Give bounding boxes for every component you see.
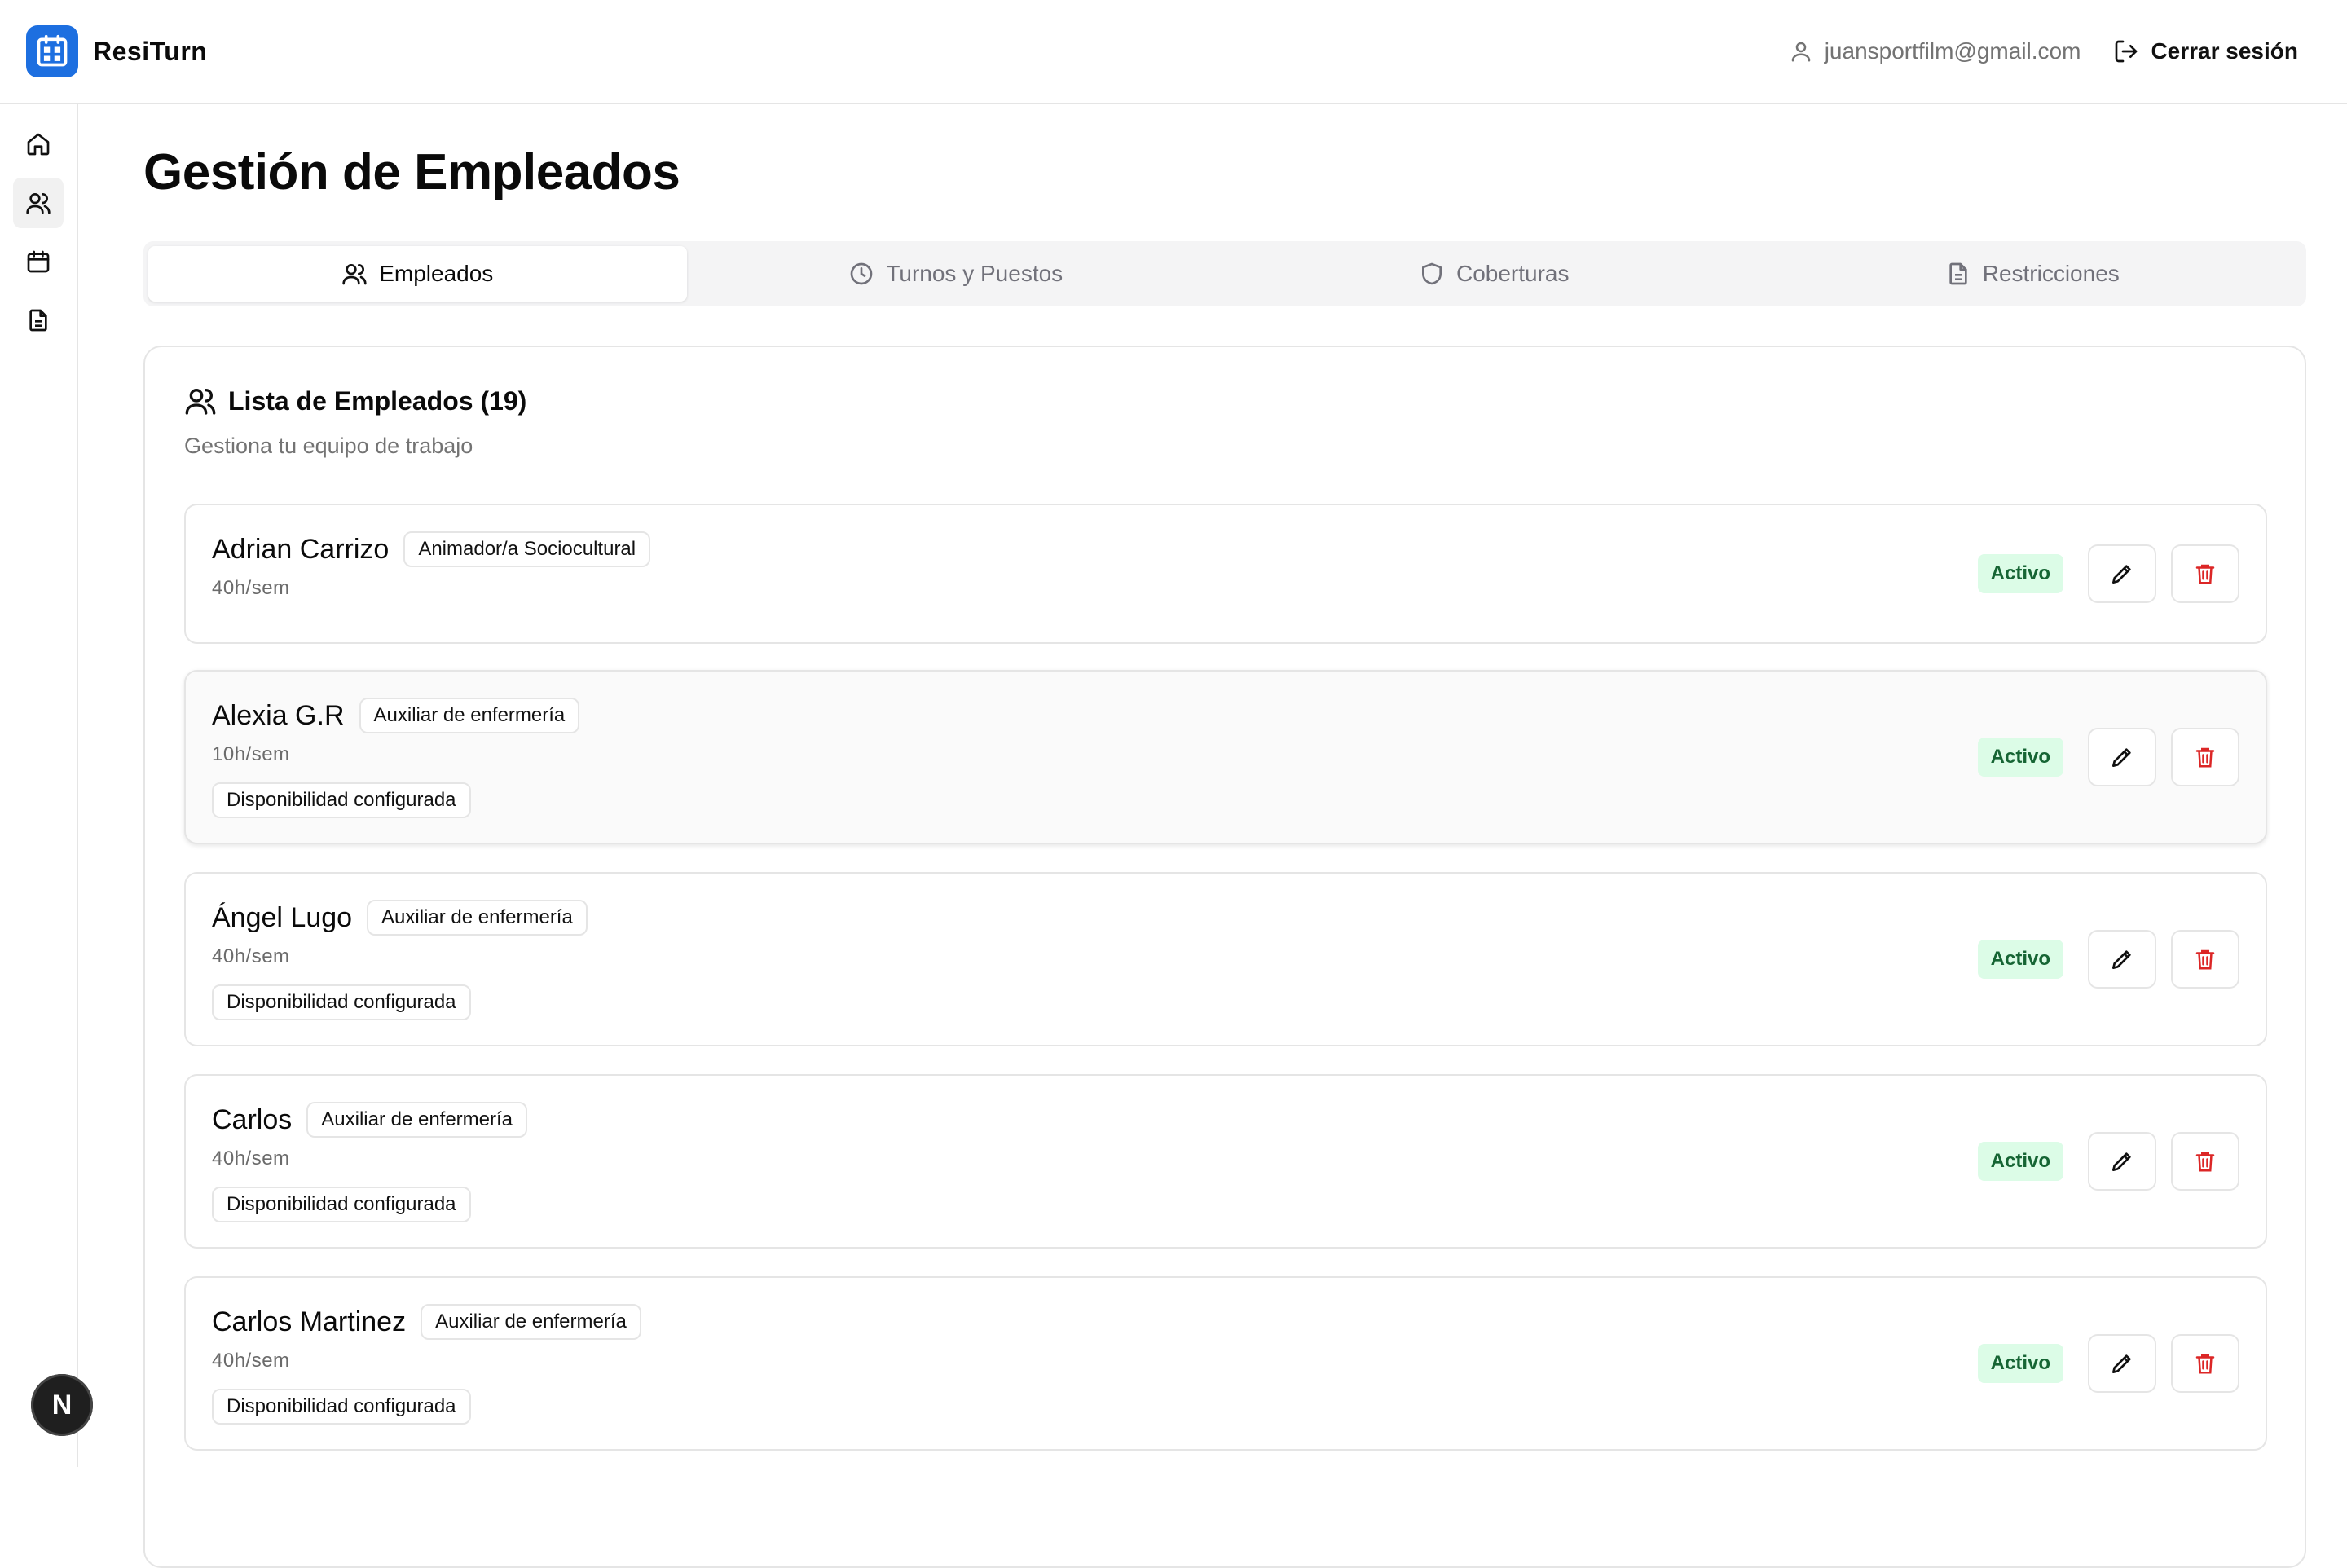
employee-name: Adrian Carrizo — [212, 533, 390, 565]
employee-hours: 40h/sem — [212, 577, 290, 599]
delete-button[interactable] — [2171, 1334, 2239, 1393]
employee-name: Ángel Lugo — [212, 901, 353, 933]
tab-shifts[interactable]: Turnos y Puestos — [687, 246, 1226, 302]
employee-name: Alexia G.R — [212, 699, 345, 731]
employee-row[interactable]: Ángel Lugo Auxiliar de enfermería 40h/se… — [184, 872, 2267, 1046]
sidebar — [0, 104, 78, 1467]
role-badge: Auxiliar de enfermería — [421, 1304, 641, 1340]
users-icon — [185, 389, 216, 415]
tab-restrictions[interactable]: Restricciones — [1764, 246, 2302, 302]
brand[interactable]: ResiTurn — [26, 25, 207, 77]
role-badge: Auxiliar de enfermería — [359, 698, 580, 733]
dev-tools-button[interactable]: N — [31, 1374, 93, 1436]
availability-badge: Disponibilidad configurada — [212, 782, 471, 818]
employee-hours: 40h/sem — [212, 1147, 290, 1169]
status-badge: Activo — [1977, 940, 2063, 979]
employee-hours: 40h/sem — [212, 1350, 290, 1372]
edit-button[interactable] — [2088, 544, 2156, 603]
delete-button[interactable] — [2171, 544, 2239, 603]
trash-icon — [2195, 1152, 2215, 1172]
card-title: Lista de Empleados (19) — [228, 385, 527, 416]
clock-icon — [850, 262, 873, 285]
logout-icon — [2116, 40, 2138, 63]
tab-coverages[interactable]: Coberturas — [1225, 246, 1764, 302]
calendar-logo-icon — [26, 25, 78, 77]
users-icon — [342, 264, 367, 285]
status-badge: Activo — [1977, 1142, 2063, 1181]
trash-icon — [2195, 564, 2215, 584]
user-icon — [1791, 42, 1810, 62]
trash-icon — [2195, 949, 2215, 970]
tab-employees[interactable]: Empleados — [148, 246, 687, 302]
role-badge: Auxiliar de enfermería — [367, 900, 588, 936]
sidebar-item-documents[interactable] — [13, 295, 64, 346]
delete-button[interactable] — [2171, 930, 2239, 989]
role-badge: Animador/a Sociocultural — [403, 531, 651, 567]
employee-hours: 10h/sem — [212, 743, 290, 765]
availability-badge: Disponibilidad configurada — [212, 1187, 471, 1222]
pencil-icon — [2112, 950, 2131, 969]
employee-name: Carlos Martinez — [212, 1306, 407, 1337]
trash-icon — [2195, 1354, 2215, 1374]
top-bar: ResiTurn juansportfilm@gmail.com Cerrar … — [0, 0, 2347, 104]
status-badge: Activo — [1977, 738, 2063, 777]
document-icon — [1949, 262, 1967, 285]
sidebar-item-employees[interactable] — [13, 178, 64, 228]
user-email: juansportfilm@gmail.com — [1824, 38, 2081, 64]
status-badge: Activo — [1977, 1344, 2063, 1383]
employee-row[interactable]: Carlos Auxiliar de enfermería 40h/sem Di… — [184, 1074, 2267, 1249]
users-icon — [26, 193, 51, 214]
tab-bar: Empleados Turnos y Puestos Coberturas Re… — [143, 241, 2306, 306]
sidebar-item-calendar[interactable] — [13, 236, 64, 287]
employee-hours: 40h/sem — [212, 945, 290, 967]
user-info: juansportfilm@gmail.com — [1789, 38, 2081, 64]
edit-button[interactable] — [2088, 930, 2156, 989]
edit-button[interactable] — [2088, 1334, 2156, 1393]
document-icon — [29, 309, 47, 332]
page-title: Gestión de Empleados — [143, 144, 680, 200]
logout-button[interactable]: Cerrar sesión — [2113, 38, 2298, 64]
pencil-icon — [2112, 1152, 2131, 1171]
employee-row[interactable]: Adrian Carrizo Animador/a Sociocultural … — [184, 504, 2267, 644]
edit-button[interactable] — [2088, 728, 2156, 786]
fab-label: N — [51, 1389, 73, 1420]
tab-label: Empleados — [379, 261, 494, 286]
employee-list-card: Lista de Empleados (19) Gestiona tu equi… — [143, 346, 2306, 1568]
sidebar-item-home[interactable] — [13, 119, 64, 170]
home-icon — [27, 133, 50, 156]
pencil-icon — [2112, 1354, 2131, 1373]
pencil-icon — [2112, 565, 2131, 584]
shield-icon — [1421, 262, 1442, 285]
trash-icon — [2195, 747, 2215, 768]
delete-button[interactable] — [2171, 728, 2239, 786]
employee-row[interactable]: Carlos Martinez Auxiliar de enfermería 4… — [184, 1276, 2267, 1451]
logout-label: Cerrar sesión — [2151, 38, 2298, 64]
status-badge: Activo — [1977, 554, 2063, 593]
availability-badge: Disponibilidad configurada — [212, 984, 471, 1020]
availability-badge: Disponibilidad configurada — [212, 1389, 471, 1425]
tab-label: Coberturas — [1455, 261, 1570, 286]
edit-button[interactable] — [2088, 1132, 2156, 1191]
employee-row[interactable]: Alexia G.R Auxiliar de enfermería 10h/se… — [184, 670, 2267, 844]
role-badge: Auxiliar de enfermería — [306, 1102, 528, 1138]
pencil-icon — [2112, 748, 2131, 767]
card-subtitle: Gestiona tu equipo de trabajo — [184, 434, 473, 458]
brand-name: ResiTurn — [93, 36, 208, 66]
tab-label: Turnos y Puestos — [886, 261, 1063, 286]
delete-button[interactable] — [2171, 1132, 2239, 1191]
tab-label: Restricciones — [1982, 261, 2120, 286]
calendar-icon — [27, 250, 50, 273]
card-header: Lista de Empleados (19) — [184, 385, 526, 417]
employee-name: Carlos — [212, 1103, 293, 1135]
